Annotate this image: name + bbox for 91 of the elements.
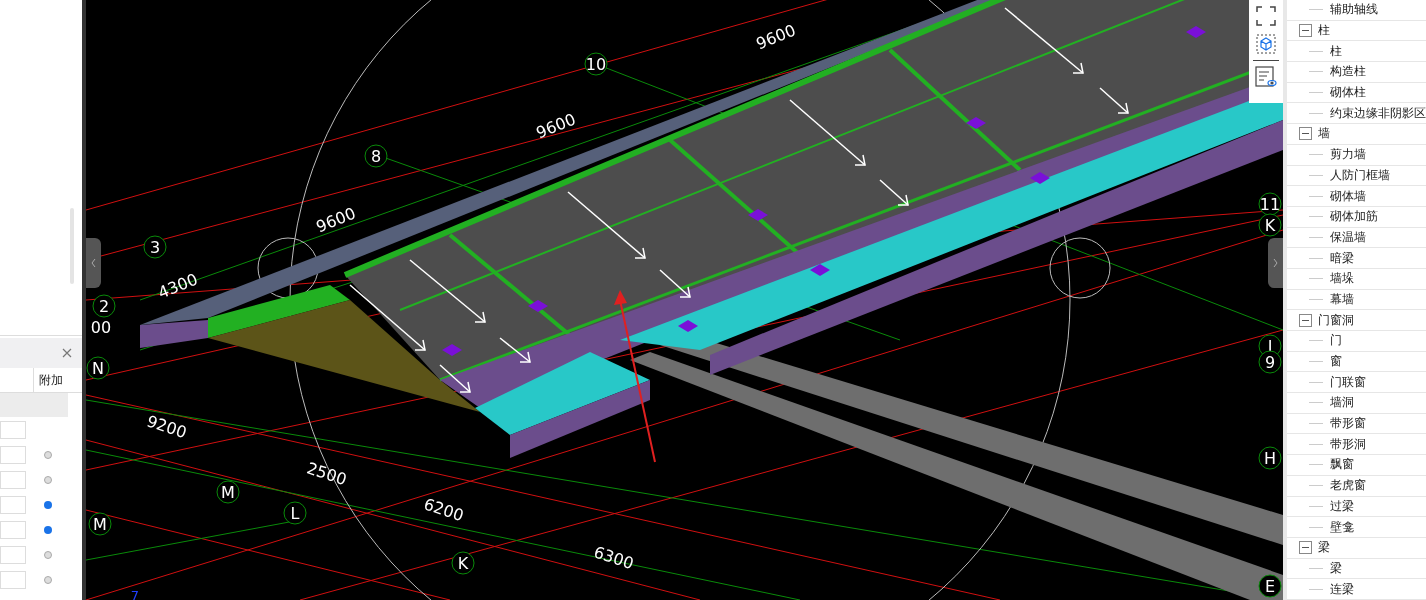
radio-button[interactable] [44,476,52,484]
collapse-toggle[interactable] [1299,127,1312,141]
column-marker [810,264,830,276]
axis-bubble: M [88,512,112,536]
tree-item[interactable]: 剪力墙 [1330,146,1366,164]
tree-item[interactable]: 墙洞 [1330,394,1354,412]
load-arrow [1099,87,1129,114]
dimension-label: 6200 [421,494,466,526]
cube-view-icon[interactable] [1254,32,1278,56]
axis-bubble: K [1258,213,1282,237]
axis-bubble: N [86,356,110,380]
column-marker [1030,172,1050,184]
tree-item[interactable]: 砌体墙 [1330,187,1366,205]
axis-bubble: M [216,480,240,504]
axis-bubble: 10 [584,52,608,76]
load-arrow [659,269,691,298]
collapse-toggle[interactable] [1299,24,1312,38]
tree-item[interactable]: 辅助轴线 [1330,1,1378,19]
column-marker [966,117,986,129]
load-arrow [439,364,471,393]
dimension-label: 2500 [304,458,349,490]
tree-item[interactable]: 砌体加筋 [1330,208,1378,226]
tree-item[interactable]: 连梁 [1330,580,1354,598]
radio-button[interactable] [44,551,52,559]
radio-button[interactable] [44,451,52,459]
axis-bubble: 2 [92,294,116,318]
value-field[interactable] [0,496,26,514]
tree-item[interactable]: 砌体柱 [1330,84,1366,102]
dimension-label: 9200 [144,411,189,443]
tree-item[interactable]: 构造柱 [1330,63,1366,81]
tree-item[interactable]: 柱 [1330,42,1342,60]
load-arrow [879,179,909,206]
slab-edge [140,320,208,348]
column-marker [748,209,768,221]
axis-bubble: E [1258,574,1282,598]
radio-button[interactable] [44,501,52,509]
list-view-icon[interactable] [1254,65,1278,89]
dimension-label: 6300 [591,542,636,574]
value-field[interactable] [0,546,26,564]
column-marker [442,344,462,356]
tree-item[interactable]: 带形洞 [1330,435,1366,453]
value-field[interactable] [0,446,26,464]
value-field[interactable] [0,471,26,489]
tree-item[interactable]: 人防门框墙 [1330,166,1390,184]
value-field[interactable] [0,521,26,539]
tree-group[interactable]: 墙 [1318,125,1330,143]
dimension-label: 4300 [155,269,201,303]
table-row [0,393,68,417]
tree-item[interactable]: 老虎窗 [1330,477,1366,495]
tree-item[interactable]: 幕墙 [1330,290,1354,308]
dimension-label: 9600 [533,109,579,143]
tree-item[interactable]: 门联窗 [1330,373,1366,391]
axis-bubble: 8 [364,144,388,168]
axis-bubble: L [283,501,307,525]
tree-item[interactable]: 暗梁 [1330,249,1354,267]
tree-group[interactable]: 柱 [1318,22,1330,40]
tree-item[interactable]: 墙垛 [1330,270,1354,288]
dimension-label: 9600 [753,20,799,54]
column-marker [678,320,698,332]
tree-item[interactable]: 带形窗 [1330,415,1366,433]
load-arrow [499,337,531,363]
tree-item[interactable]: 约束边缘非阴影区 [1330,104,1426,122]
column-marker [528,300,548,312]
axis-bubble: H [1258,446,1282,470]
column-marker [1186,26,1206,38]
value-field[interactable] [0,421,26,439]
collapse-toggle[interactable] [1299,541,1312,555]
dimension-label: 00 [90,318,112,337]
expand-handle[interactable] [1268,238,1283,288]
radio-button[interactable] [44,526,52,534]
tree-item[interactable]: 壁龛 [1330,518,1354,536]
tree-item[interactable]: 保温墙 [1330,228,1366,246]
axis-bubble: 11 [1258,192,1282,216]
tree-item[interactable]: 过梁 [1330,497,1354,515]
axis-bubble: K [451,551,475,575]
collapse-toggle[interactable] [1299,313,1312,327]
axis-mark: 7 [130,588,140,600]
axis-bubble: 9 [1258,350,1282,374]
tree-item[interactable]: 窗 [1330,353,1342,371]
tree-item[interactable]: 飘窗 [1330,456,1354,474]
dimension-label: 9600 [313,203,359,237]
axis-bubble: 3 [143,235,167,259]
tree-item[interactable]: 梁 [1330,559,1342,577]
fullscreen-icon[interactable] [1254,4,1278,28]
column-header: 附加 [33,368,68,392]
collapse-handle[interactable] [86,238,101,288]
tree-item[interactable]: 门 [1330,332,1342,350]
tree-group[interactable]: 门窗洞 [1318,311,1354,329]
value-field[interactable] [0,571,26,589]
tree-group[interactable]: 梁 [1318,539,1330,557]
radio-button[interactable] [44,576,52,584]
